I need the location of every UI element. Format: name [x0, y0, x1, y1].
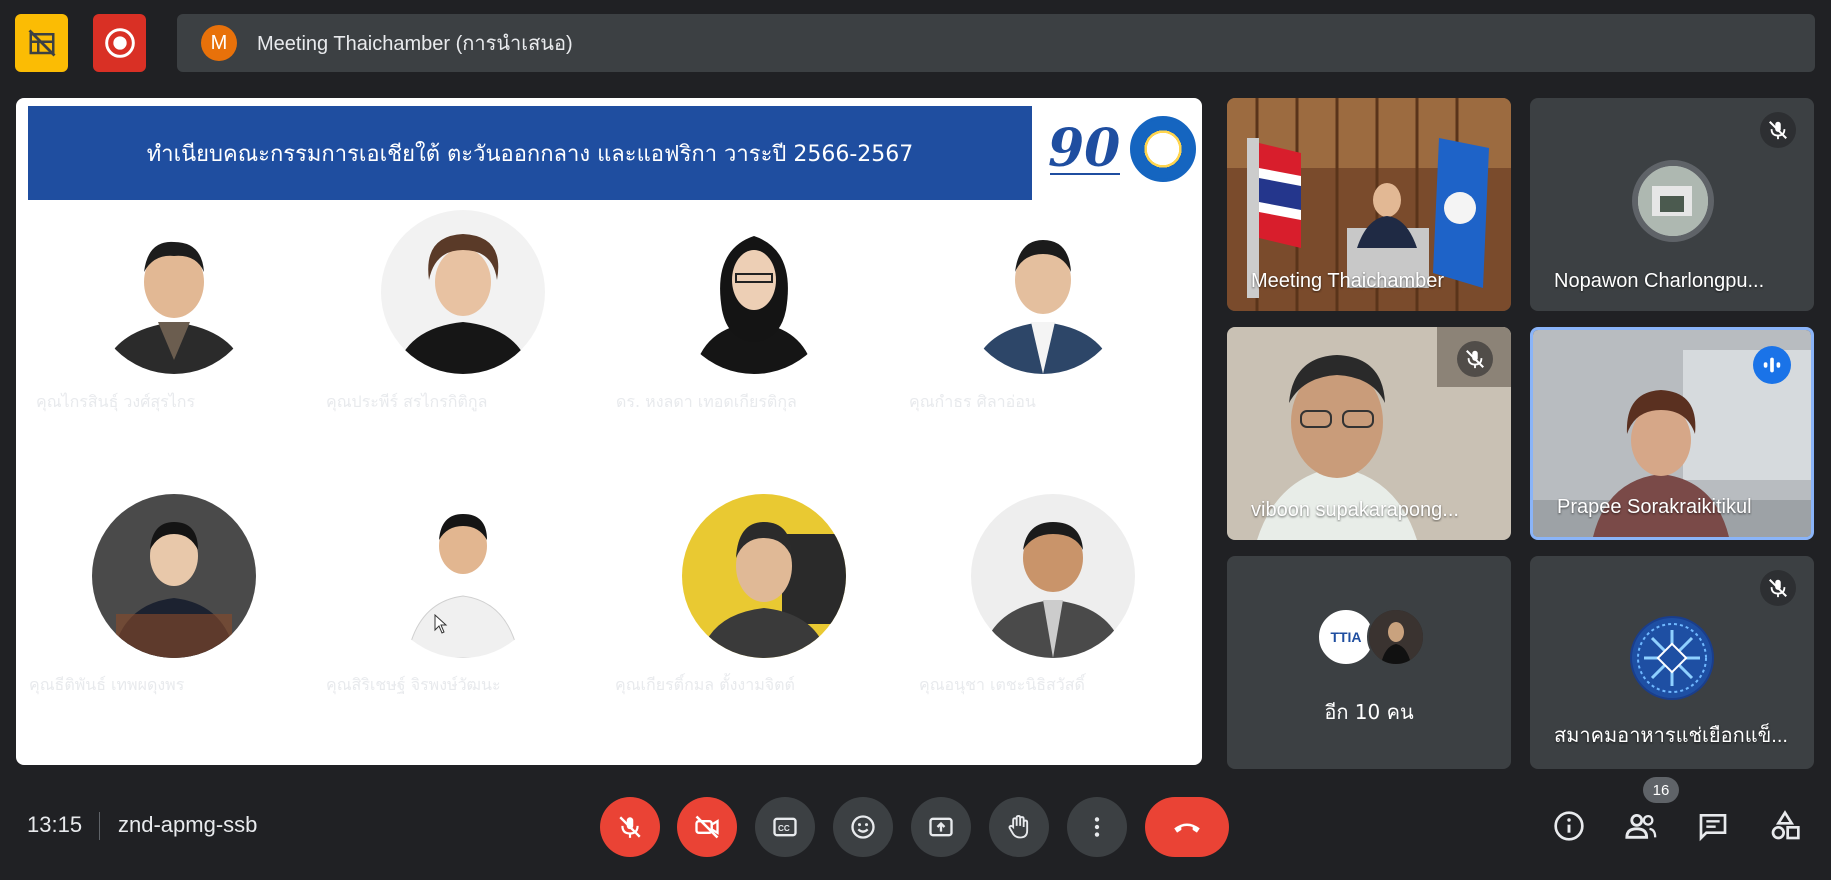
hand-icon — [1008, 814, 1029, 839]
meeting-title-bar[interactable]: M Meeting Thaichamber (การนำเสนอ) — [177, 14, 1815, 72]
chat-icon — [1699, 814, 1727, 842]
record-icon — [104, 28, 135, 58]
member-photo — [92, 210, 256, 374]
audio-level-icon — [1763, 357, 1781, 373]
captions-button[interactable]: CC — [755, 797, 815, 857]
90-years-logo: 90 — [1048, 118, 1120, 179]
meeting-clock: 13:15 — [27, 812, 83, 837]
slide-banner: ทำเนียบคณะกรรมการเอเชียใต้ ตะวันออกกลาง … — [28, 106, 1032, 200]
association-logo-avatar — [1630, 616, 1714, 700]
present-icon — [929, 817, 953, 837]
member-nameplate: คุณไกรสินธุ์ วงศ์สุรไกร — [36, 392, 196, 411]
member-nameplate: คุณอนุชา เตชะนิธิสวัสดิ์ — [919, 675, 1085, 694]
activities-button[interactable] — [1765, 806, 1805, 846]
member-photo — [381, 210, 545, 374]
member-nameplate: คุณกำธร ศิลาอ่อน — [909, 392, 1036, 411]
participant-tile[interactable]: Nopawon Charlongpu... — [1530, 98, 1814, 311]
participant-tile[interactable]: Meeting Thaichamber — [1227, 98, 1511, 311]
member-photo — [682, 494, 846, 658]
member-nameplate: ดร. หงลดา เทอดเกียรติกุล — [616, 392, 797, 411]
participant-name: Nopawon Charlongpu... — [1554, 270, 1765, 292]
mouse-cursor-icon — [434, 614, 448, 634]
emoji-icon — [851, 815, 875, 839]
chamber-seal-logo — [1130, 116, 1196, 182]
member-nameplate: คุณธีติพันธ์ เทพผดุงพร — [29, 675, 185, 694]
reactions-button[interactable] — [833, 797, 893, 857]
participant-name: สมาคมอาหารแช่เยือกแข็... — [1554, 725, 1788, 747]
member-nameplate: คุณเกียรติ์กมล ตั้งงามจิตต์ — [615, 675, 795, 694]
participant-name: viboon supakarapong... — [1251, 499, 1459, 521]
presenter-avatar: M — [201, 25, 237, 61]
divider — [99, 812, 100, 840]
member-photo — [961, 210, 1125, 374]
camera-off-icon — [695, 815, 719, 839]
member-photo — [381, 494, 545, 658]
participant-avatar — [1367, 608, 1425, 666]
camera-toggle-button[interactable] — [677, 797, 737, 857]
member-nameplate: คุณประพีร์ สรไกรกิติกูล — [326, 392, 488, 411]
mic-off-icon — [619, 816, 641, 838]
participant-count-badge: 16 — [1643, 777, 1679, 803]
others-tile[interactable]: TTIA อีก 10 คน — [1227, 556, 1511, 769]
muted-indicator — [1457, 341, 1493, 377]
meeting-details-button[interactable] — [1549, 806, 1589, 846]
chat-button[interactable] — [1693, 806, 1733, 846]
more-participants-label: อีก 10 คน — [1324, 700, 1414, 724]
speaking-indicator — [1753, 346, 1791, 384]
mic-off-icon — [1769, 579, 1787, 598]
info-icon — [1554, 811, 1584, 841]
recording-button[interactable] — [93, 14, 146, 72]
muted-indicator — [1760, 570, 1796, 606]
participant-tile-active[interactable]: Prapee Sorakraikitikul — [1530, 327, 1814, 540]
layout-off-icon — [28, 29, 55, 57]
participant-tile[interactable]: สมาคมอาหารแช่เยือกแข็... — [1530, 556, 1814, 769]
layout-toggle-button[interactable] — [15, 14, 68, 72]
raise-hand-button[interactable] — [989, 797, 1049, 857]
member-nameplate: คุณสิริเชษฐ์ จิรพงษ์วัฒนะ — [326, 675, 501, 694]
closed-captions-icon: CC — [773, 817, 797, 837]
activities-shapes-icon — [1771, 810, 1800, 840]
meeting-code: znd-apmg-ssb — [118, 812, 258, 837]
svg-text:CC: CC — [778, 824, 790, 833]
participant-name: Prapee Sorakraikitikul — [1557, 496, 1752, 518]
more-options-button[interactable] — [1067, 797, 1127, 857]
leave-call-button[interactable] — [1145, 797, 1229, 857]
muted-indicator — [1760, 112, 1796, 148]
participant-tile[interactable]: viboon supakarapong... — [1227, 327, 1511, 540]
meeting-title: Meeting Thaichamber (การนำเสนอ) — [257, 33, 573, 55]
member-photo — [92, 494, 256, 658]
people-icon — [1625, 813, 1657, 839]
present-screen-button[interactable] — [911, 797, 971, 857]
svg-text:90: 90 — [1048, 118, 1120, 179]
people-button[interactable] — [1621, 806, 1661, 846]
presentation-slide: ทำเนียบคณะกรรมการเอเชียใต้ ตะวันออกกลาง … — [16, 98, 1202, 765]
participant-name: Meeting Thaichamber — [1251, 270, 1445, 292]
phone-hangup-icon — [1174, 823, 1200, 833]
participant-avatar — [1632, 160, 1714, 242]
member-photo — [971, 494, 1135, 658]
mic-off-icon — [1466, 350, 1484, 369]
member-photo — [672, 210, 836, 374]
more-vert-icon — [1094, 817, 1100, 837]
mic-off-icon — [1769, 121, 1787, 140]
microphone-toggle-button[interactable] — [600, 797, 660, 857]
